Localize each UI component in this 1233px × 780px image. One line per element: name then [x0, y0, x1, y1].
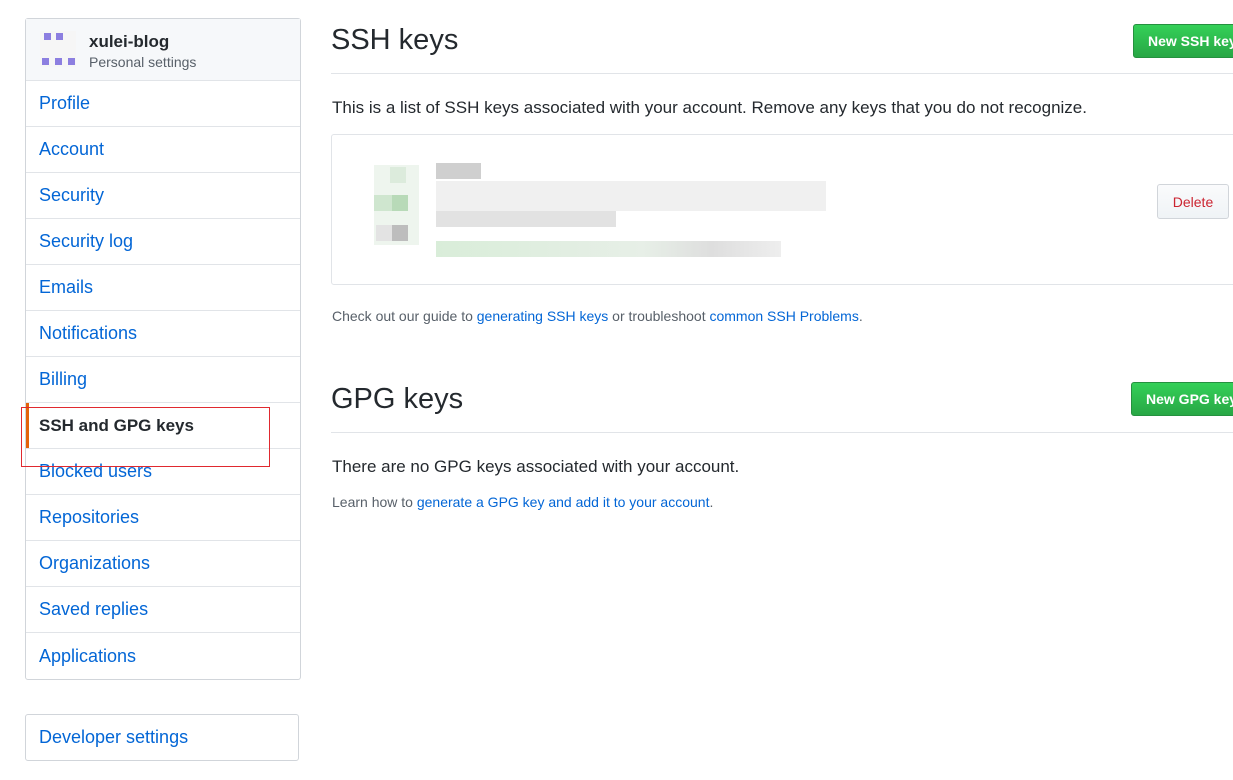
sidebar-item-account[interactable]: Account [26, 127, 300, 173]
generating-ssh-keys-link[interactable]: generating SSH keys [477, 308, 609, 324]
common-ssh-problems-link[interactable]: common SSH Problems [709, 308, 858, 324]
sidebar-item-developer-settings[interactable]: Developer settings [25, 714, 299, 761]
delete-ssh-key-button[interactable]: Delete [1157, 184, 1229, 219]
sidebar-item-billing[interactable]: Billing [26, 357, 300, 403]
user-subtitle: Personal settings [89, 54, 197, 70]
user-name[interactable]: xulei-blog [89, 32, 169, 52]
ssh-guide-prefix: Check out our guide to [332, 308, 477, 324]
ssh-guide-suffix: . [858, 308, 863, 324]
gpg-keys-title: GPG keys [331, 383, 464, 415]
sidebar-item-applications[interactable]: Applications [26, 633, 300, 679]
sidebar-item-notifications[interactable]: Notifications [26, 311, 300, 357]
gpg-divider [331, 432, 1233, 433]
ssh-guide-text: Check out our guide to generating SSH ke… [332, 308, 863, 324]
sidebar-item-security-log[interactable]: Security log [26, 219, 300, 265]
gpg-empty-text: There are no GPG keys associated with yo… [332, 457, 740, 476]
ssh-keys-title: SSH keys [331, 24, 459, 56]
sidebar-item-profile[interactable]: Profile [26, 81, 300, 127]
sidebar-item-saved-replies[interactable]: Saved replies [26, 587, 300, 633]
ssh-description: This is a list of SSH keys associated wi… [332, 98, 1087, 117]
gpg-learn-text: Learn how to generate a GPG key and add … [332, 494, 713, 510]
gpg-learn-suffix: . [709, 494, 714, 510]
ssh-divider [331, 73, 1233, 74]
user-header[interactable]: xulei-blog Personal settings [26, 19, 300, 81]
sidebar-item-security[interactable]: Security [26, 173, 300, 219]
gpg-learn-prefix: Learn how to [332, 494, 417, 510]
ssh-guide-middle: or troubleshoot [608, 308, 710, 324]
generate-gpg-key-link[interactable]: generate a GPG key and add it to your ac… [417, 494, 710, 510]
avatar[interactable] [40, 31, 76, 67]
ssh-key-item: Delete [331, 134, 1233, 285]
sidebar-item-repositories[interactable]: Repositories [26, 495, 300, 541]
sidebar-item-organizations[interactable]: Organizations [26, 541, 300, 587]
sidebar-item-emails[interactable]: Emails [26, 265, 300, 311]
new-gpg-key-button[interactable]: New GPG key [1131, 382, 1233, 416]
annotation-highlight-box [21, 407, 270, 467]
settings-sidebar: xulei-blog Personal settings Profile Acc… [25, 18, 301, 680]
new-ssh-key-button[interactable]: New SSH key [1133, 24, 1233, 58]
